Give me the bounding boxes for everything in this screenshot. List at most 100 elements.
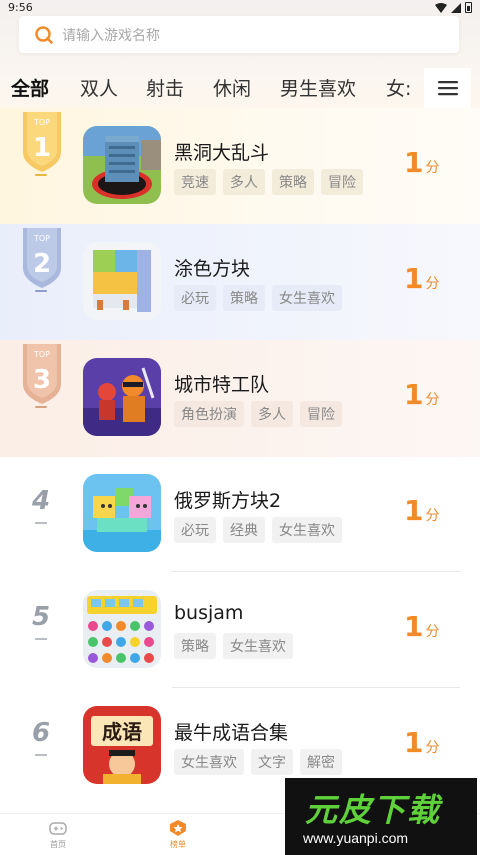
game-title: 城市特工队 (174, 374, 270, 396)
status-bar: 9:56 (0, 0, 480, 16)
game-tags: 女生喜欢 文字 解密 (174, 749, 342, 775)
category-menu-button[interactable] (424, 68, 471, 108)
score-unit: 分 (425, 392, 440, 408)
nav-home[interactable]: 首页 (38, 820, 78, 850)
search-icon (35, 25, 53, 44)
game-tag[interactable]: 女生喜欢 (272, 285, 342, 311)
medal-top-label: TOP (33, 350, 50, 359)
rank-dash (35, 638, 47, 640)
game-tags: 必玩 经典 女生喜欢 (174, 517, 342, 543)
signal-icon (451, 2, 461, 13)
game-tag[interactable]: 必玩 (174, 517, 216, 543)
rank-dash (35, 406, 47, 408)
rank-number: 4 (31, 486, 51, 516)
game-tag[interactable]: 必玩 (174, 285, 216, 311)
rank-item[interactable]: TOP 1 黑洞大乱斗 竞速 多人 策略 冒险 1 分 (0, 108, 480, 224)
idiom-icon-text: 成语 (102, 720, 142, 744)
rank-dash (35, 174, 47, 176)
status-icons (435, 2, 472, 13)
game-tag[interactable]: 冒险 (300, 401, 342, 427)
game-icon-black-hole[interactable] (83, 126, 161, 204)
game-tag[interactable]: 多人 (251, 401, 293, 427)
gold-medal-icon: TOP 1 (23, 112, 61, 172)
medal-rank-number: 2 (33, 249, 51, 279)
rank-item[interactable]: TOP 3 城市特工队 角色扮演 多人 冒险 1分 (0, 340, 480, 456)
watermark-url: www.yuanpi.com (303, 830, 409, 846)
tab-girls-like[interactable]: 女: (386, 74, 411, 101)
city-agents-art-icon (83, 358, 161, 436)
game-score: 1分 (404, 262, 439, 295)
game-tag[interactable]: 文字 (251, 749, 293, 775)
game-icon-city-agents[interactable] (83, 358, 161, 436)
tab-boys-like[interactable]: 男生喜欢 (280, 74, 356, 101)
score-unit: 分 (425, 160, 440, 176)
game-tag[interactable]: 女生喜欢 (272, 517, 342, 543)
gamepad-icon (49, 822, 67, 835)
game-tags: 角色扮演 多人 冒险 (174, 401, 342, 427)
rank-item[interactable]: 4 俄罗斯方块2 必玩 经典 女生喜欢 1分 (0, 456, 480, 572)
tab-casual[interactable]: 休闲 (213, 74, 251, 101)
game-icon-color-blocks[interactable] (83, 242, 161, 320)
tab-two-player[interactable]: 双人 (80, 74, 118, 101)
game-title: busjam (174, 602, 244, 624)
game-score: 1分 (404, 726, 439, 759)
game-title: 最牛成语合集 (174, 722, 289, 744)
game-icon-idioms[interactable]: 成语 (83, 706, 161, 784)
category-tabs: 全部 双人 射击 休闲 男生喜欢 女: (0, 70, 480, 106)
search-input[interactable]: 请输入游戏名称 (19, 16, 459, 53)
ranking-page: 9:56 请输入游戏名称 全部 双人 射击 休闲 男生喜欢 女: TOP 1 黑… (0, 0, 480, 855)
score-value: 1 (404, 494, 424, 527)
tab-all[interactable]: 全部 (11, 74, 49, 101)
game-title: 涂色方块 (174, 258, 251, 280)
idioms-art-icon: 成语 (83, 706, 161, 784)
game-tag[interactable]: 竞速 (174, 169, 216, 195)
medal-rank-number: 3 (33, 365, 51, 395)
rank-item[interactable]: 5 busjam 策略 女生喜欢 1分 (0, 572, 480, 688)
game-tag[interactable]: 女生喜欢 (174, 749, 244, 775)
game-tag[interactable]: 解密 (300, 749, 342, 775)
rank-dash (35, 522, 47, 524)
watermark-text: 元皮下载 (305, 791, 442, 829)
game-tag[interactable]: 策略 (272, 169, 314, 195)
rank-dash (35, 290, 47, 292)
game-score: 1分 (404, 378, 439, 411)
game-tag[interactable]: 策略 (174, 633, 216, 659)
watermark-logo: 元皮下载 www.yuanpi.com (285, 778, 477, 855)
game-tag[interactable]: 策略 (223, 285, 265, 311)
game-title: 俄罗斯方块2 (174, 490, 282, 512)
score-unit: 分 (425, 624, 440, 640)
nav-home-label: 首页 (50, 840, 66, 849)
medal-top-label: TOP (33, 234, 50, 243)
silver-medal-icon: TOP 2 (23, 228, 61, 288)
game-tag[interactable]: 多人 (223, 169, 265, 195)
nav-ranking[interactable]: 榜单 (158, 820, 198, 850)
game-icon-busjam[interactable] (83, 590, 161, 668)
score-unit: 分 (425, 508, 440, 524)
rank-number: 5 (31, 602, 51, 632)
score-unit: 分 (425, 276, 440, 292)
game-tag[interactable]: 角色扮演 (174, 401, 244, 427)
game-tag[interactable]: 女生喜欢 (223, 633, 293, 659)
tab-shooter[interactable]: 射击 (146, 74, 184, 101)
menu-icon (437, 81, 458, 96)
nav-ranking-label: 榜单 (170, 840, 186, 849)
search-placeholder: 请输入游戏名称 (62, 27, 160, 44)
game-tag[interactable]: 冒险 (321, 169, 363, 195)
game-tags: 必玩 策略 女生喜欢 (174, 285, 342, 311)
status-time: 9:56 (8, 1, 33, 14)
game-tag[interactable]: 经典 (223, 517, 265, 543)
score-value: 1 (404, 378, 424, 411)
bronze-medal-icon: TOP 3 (23, 344, 61, 404)
game-score: 1分 (404, 610, 439, 643)
game-score: 1分 (404, 146, 439, 179)
tetris-art-icon (83, 474, 161, 552)
score-value: 1 (404, 726, 424, 759)
busjam-art-icon (83, 590, 161, 668)
rank-item[interactable]: TOP 2 涂色方块 必玩 策略 女生喜欢 1分 (0, 224, 480, 340)
wifi-icon (435, 2, 447, 13)
game-icon-tetris[interactable] (83, 474, 161, 552)
battery-icon (465, 2, 472, 13)
game-score: 1分 (404, 494, 439, 527)
black-hole-art-icon (83, 126, 161, 204)
medal-top-label: TOP (33, 118, 50, 127)
